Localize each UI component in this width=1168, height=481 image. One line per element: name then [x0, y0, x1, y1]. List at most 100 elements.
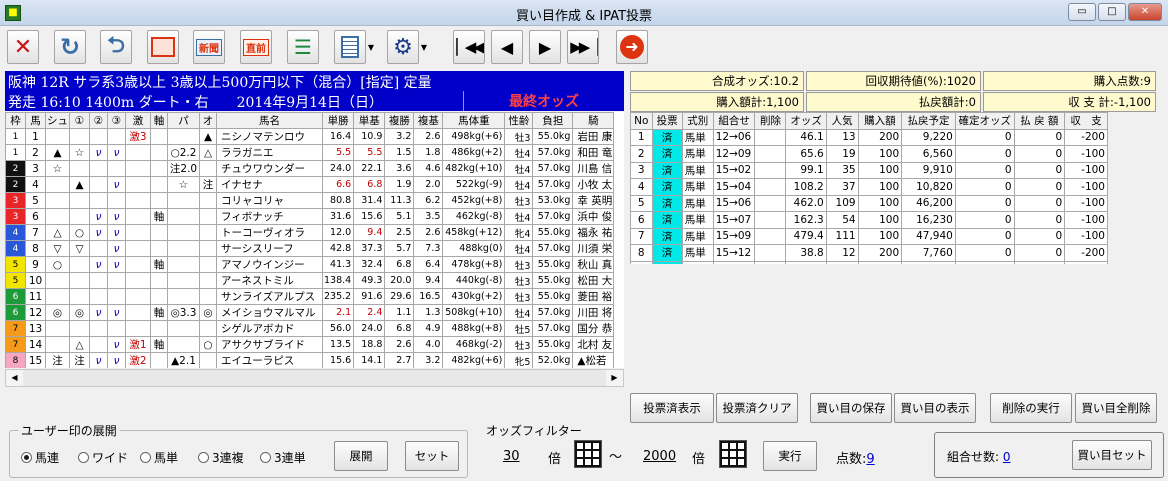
horse-cell[interactable]	[89, 272, 108, 289]
horse-cell[interactable]: ▲	[199, 128, 217, 145]
horse-cell[interactable]: ☆	[45, 160, 70, 177]
horse-col-header[interactable]: ②	[89, 112, 108, 129]
horse-col-header[interactable]: 軸	[150, 112, 168, 129]
exec-delete-button[interactable]: 削除の実行	[990, 393, 1072, 423]
horse-cell[interactable]	[150, 192, 168, 209]
horse-cell[interactable]	[125, 288, 151, 305]
combos-value[interactable]: 0	[1003, 450, 1011, 464]
horse-cell[interactable]: ν	[107, 352, 126, 368]
horse-cell[interactable]	[69, 272, 90, 289]
horse-cell[interactable]	[199, 288, 217, 305]
horse-cell[interactable]	[167, 208, 200, 225]
horse-cell[interactable]: ▲	[45, 144, 70, 161]
horse-cell[interactable]: ○	[69, 224, 90, 241]
horse-row[interactable]: 7 13 シゲルアボカド 56.0 24.0 6.8 4.9 488kg(+8) 牡5 57.0k…	[5, 320, 615, 337]
horse-cell[interactable]	[150, 128, 168, 145]
bet-col-header[interactable]: 購入額	[857, 112, 903, 130]
horse-cell[interactable]: 激2	[125, 352, 151, 368]
bet-cell[interactable]	[754, 161, 787, 179]
horse-cell[interactable]	[199, 160, 217, 177]
horse-cell[interactable]: ν	[107, 224, 126, 241]
horse-row[interactable]: 2 4 ▲ ν ☆ 注イナセナ 6.6 6.8 1.9 2.0 522kg(-9) 牡4 57.0kg 小…	[5, 176, 615, 193]
horse-cell[interactable]: ◎	[45, 304, 70, 321]
horse-cell[interactable]: ◎	[199, 304, 217, 321]
horse-cell[interactable]	[150, 144, 168, 161]
horse-cell[interactable]: ν	[89, 352, 108, 368]
bet-row[interactable]: 8 済馬単 15→12 38.8 12 200 7,760 0 0 -200	[630, 244, 1108, 262]
horse-row[interactable]: 7 14 △ ν 激1 軸 ○ アサクサブライド 13.5 18.8 2.6 4.0 468kg(-2)…	[5, 336, 615, 353]
horse-row[interactable]: 3 6 ν ν 軸 フィボナッチ 31.6 15.6 5.1 3.5 462kg(-8) 牡4 57.0…	[5, 208, 615, 225]
horse-cell[interactable]: 注	[199, 176, 217, 193]
horse-cell[interactable]: ν	[107, 240, 126, 257]
horse-cell[interactable]	[69, 160, 90, 177]
horse-cell[interactable]	[89, 320, 108, 337]
horse-col-header[interactable]: 性齢	[504, 112, 534, 129]
bet-cell[interactable]	[754, 211, 787, 229]
bet-col-header[interactable]: 人気	[825, 112, 859, 130]
horse-cell[interactable]	[150, 224, 168, 241]
horse-cell[interactable]: ○	[199, 336, 217, 353]
horse-cell[interactable]	[167, 256, 200, 273]
horse-cell[interactable]: 軸	[150, 256, 168, 273]
horse-cell[interactable]	[107, 288, 126, 305]
horse-cell[interactable]: 注	[45, 352, 70, 368]
radio-sanrenpuku[interactable]: 3連複	[198, 449, 244, 466]
horse-col-header[interactable]: 激	[125, 112, 151, 129]
horse-cell[interactable]: ▲	[69, 176, 90, 193]
bet-cell[interactable]	[754, 194, 787, 212]
horse-cell[interactable]: ▽	[69, 240, 90, 257]
horse-cell[interactable]	[125, 272, 151, 289]
radio-sanrentan[interactable]: 3連単	[260, 449, 306, 466]
horse-cell[interactable]	[167, 288, 200, 305]
scroll-right-icon[interactable]: ▶	[606, 370, 623, 386]
horse-col-header[interactable]: 枠	[5, 112, 26, 129]
radio-wide[interactable]: ワイド	[78, 449, 128, 466]
horse-cell[interactable]	[89, 160, 108, 177]
horse-cell[interactable]	[167, 224, 200, 241]
horse-cell[interactable]: ν	[107, 176, 126, 193]
first-button[interactable]: ▏◀◀	[453, 30, 485, 64]
newspaper-button[interactable]: 新聞	[193, 30, 225, 64]
horse-col-header[interactable]: 複基	[413, 112, 444, 129]
horse-cell[interactable]	[125, 208, 151, 225]
horse-cell[interactable]	[125, 224, 151, 241]
horse-row[interactable]: 5 9 ○ ν ν 軸 アマノウインジー 41.3 32.4 6.8 6.4 478kg(+8) 牡3 5…	[5, 256, 615, 273]
bet-cell[interactable]	[754, 227, 787, 245]
bet-col-header[interactable]: 確定オッズ	[954, 112, 1015, 130]
horse-cell[interactable]	[107, 128, 126, 145]
return-button[interactable]: ⮌	[100, 30, 132, 64]
document-dropdown-arrow[interactable]: ▼	[366, 30, 376, 64]
horse-cell[interactable]	[107, 272, 126, 289]
horse-row[interactable]: 1 2 ▲ ☆ ν ν ○2.2 △ ララガニエ 5.5 5.5 1.5 1.8 486kg(+2) 牡4 5…	[5, 144, 615, 161]
bet-row[interactable]: 7 済馬単 15→09 479.4 111 100 47,940 0 0 -100	[630, 227, 1108, 245]
horse-cell[interactable]: ν	[89, 256, 108, 273]
horse-cell[interactable]: ν	[89, 224, 108, 241]
horse-cell[interactable]	[69, 320, 90, 337]
horse-col-header[interactable]: ①	[69, 112, 90, 129]
horse-cell[interactable]	[45, 288, 70, 305]
horse-cell[interactable]	[150, 352, 168, 368]
horse-cell[interactable]: ν	[107, 208, 126, 225]
horse-cell[interactable]	[89, 336, 108, 353]
radio-umatan[interactable]: 馬単	[140, 449, 178, 466]
bet-col-header[interactable]: 削除	[754, 112, 787, 130]
horse-cell[interactable]: ☆	[167, 176, 200, 193]
list-button[interactable]: ☰	[287, 30, 319, 64]
horse-cell[interactable]	[89, 176, 108, 193]
horse-cell[interactable]	[199, 224, 217, 241]
voted-clear-button[interactable]: 投票済クリア	[716, 393, 798, 423]
horse-cell[interactable]	[45, 176, 70, 193]
prev-button[interactable]: ◀	[491, 30, 523, 64]
voted-show-button[interactable]: 投票済表示	[630, 393, 714, 423]
horse-col-header[interactable]: 馬	[25, 112, 46, 129]
horse-col-header[interactable]: 騎	[572, 112, 615, 129]
horse-cell[interactable]	[89, 240, 108, 257]
horse-cell[interactable]	[150, 176, 168, 193]
ipat-vote-button[interactable]: ➜	[616, 30, 648, 64]
next-button[interactable]: ▶	[529, 30, 561, 64]
horse-cell[interactable]	[125, 176, 151, 193]
settings-button[interactable]: ⚙	[387, 30, 419, 64]
horse-cell[interactable]: ν	[107, 304, 126, 321]
horse-cell[interactable]: ◎3.3	[167, 304, 200, 321]
horse-cell[interactable]: 激1	[125, 336, 151, 353]
